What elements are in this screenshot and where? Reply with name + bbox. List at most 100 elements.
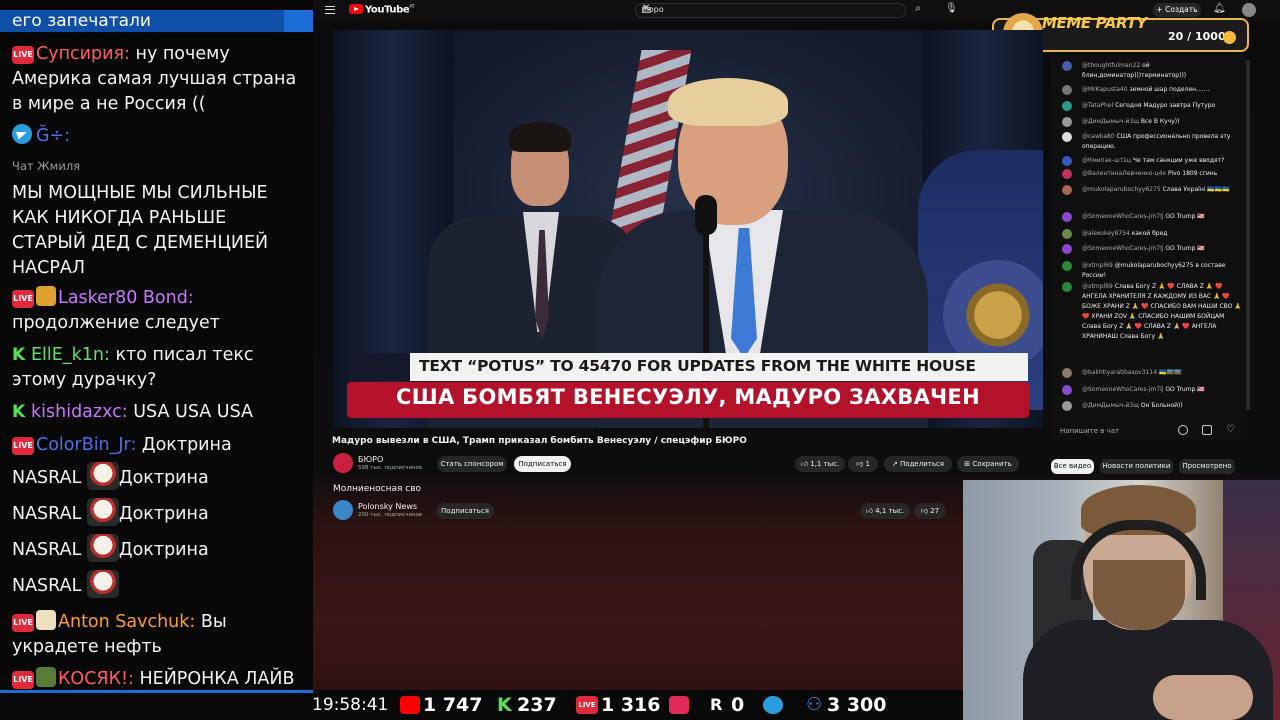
channel-avatar[interactable]	[333, 453, 353, 473]
chat-author[interactable]: @cawka80	[1082, 133, 1115, 140]
avatar[interactable]	[1062, 132, 1072, 142]
emote-icon	[86, 534, 119, 562]
chat-text: Слава Богу Z 🙏 ❤️ СЛАВА Z 🙏 ❤️ АНГЕЛА ХР…	[1082, 283, 1242, 340]
chat-text: GO Trump 🇺🇸	[1165, 386, 1205, 393]
video-player[interactable]: TEXT “POTUS” TO 45470 FOR UPDATES FROM T…	[333, 30, 1043, 428]
doctrine-text: Доктрина	[118, 540, 209, 560]
chat-text: Слава Україні 🇺🇦🇺🇦🇺🇦	[1162, 186, 1230, 193]
clear-search-icon[interactable]: ✕	[642, 3, 901, 14]
next-channel-name[interactable]: Polonsky News	[358, 502, 417, 511]
meme-party-title: MEME PARTY	[1042, 14, 1147, 32]
live-icon: LIVE	[12, 437, 34, 455]
chat-text: Он Больной))	[1140, 402, 1183, 409]
next-subscribe-button[interactable]: Подписаться	[436, 503, 494, 519]
chat-message-text: @ДимДымыч-й3щ Он Больной))	[1082, 401, 1244, 411]
clock: 19:58:41	[312, 695, 389, 715]
chat-author[interactable]: @TataPhel	[1082, 102, 1113, 109]
channel-avatar[interactable]	[333, 500, 353, 520]
heart-icon[interactable]: ♡	[1226, 425, 1236, 435]
telegram-icon	[12, 124, 32, 144]
chat-input[interactable]: Напишите в чат	[1060, 424, 1178, 438]
create-button[interactable]: + Создать	[1153, 3, 1201, 17]
kick-icon: K	[12, 345, 26, 365]
meme-party-count: 20 / 1000	[1168, 30, 1226, 43]
avatar[interactable]	[1062, 101, 1072, 111]
avatar[interactable]	[1242, 3, 1256, 17]
channel-name[interactable]: БЮРО	[358, 455, 383, 464]
next-dislike-button[interactable]: 👎︎ 27	[914, 503, 946, 519]
chat-author[interactable]: @mukolaparubochyy6275	[1082, 186, 1161, 193]
chat-author[interactable]: @thoughtfulman22	[1082, 62, 1140, 69]
share-label: Поделиться	[900, 460, 945, 468]
dislike-button[interactable]: 👎︎ 1	[848, 456, 878, 472]
save-button[interactable]: ⊞ Сохранить	[957, 456, 1019, 472]
avatar[interactable]	[1062, 282, 1072, 292]
nasral-text: NASRAL	[12, 504, 82, 524]
chat-author[interactable]: @xtmpl69	[1082, 262, 1113, 269]
chat-author[interactable]: @alexokey8754	[1082, 230, 1130, 237]
tab-politics-news[interactable]: Новости политики	[1100, 459, 1173, 474]
sponsor-button[interactable]: Стать спонсором	[437, 456, 507, 472]
next-like-button[interactable]: 👍︎ 4,1 тыс.	[860, 503, 910, 519]
chat-user: EllE_k1n:	[31, 345, 110, 365]
chat-author[interactable]: @ВалентинаЛевченко-ц4х	[1082, 170, 1166, 177]
chat-message-text: @ВалентинаЛевченко-ц4х Pivo 1809 сгинь	[1082, 169, 1244, 179]
emote-icon	[86, 570, 119, 598]
avatar[interactable]	[1062, 156, 1072, 166]
nasral-text: NASRAL	[12, 576, 82, 596]
chat-message-text: @Кмипак-шт1ц Че там санкции уже вводят?	[1082, 156, 1244, 166]
avatar[interactable]	[1062, 185, 1072, 195]
search-icon[interactable]: ⌕	[911, 3, 925, 17]
avatar[interactable]	[1062, 229, 1072, 239]
chat-message-text: @SomeoneWhoCares-jm7lj GO Trump 🇺🇸	[1082, 212, 1244, 222]
chat-author[interactable]: @ДимДымыч-й3щ	[1082, 118, 1139, 125]
chat-message: K EllE_k1n: кто писал текс этому дурачку?	[12, 343, 308, 393]
avatar[interactable]	[1062, 385, 1072, 395]
gift-icon[interactable]	[1202, 425, 1212, 435]
chat-scrollbar[interactable]	[1246, 60, 1250, 410]
chat-text: GO Trump 🇺🇸	[1165, 245, 1205, 252]
bell-icon[interactable]: 🔔︎	[1213, 3, 1226, 16]
chat-text: какой бред	[1131, 230, 1168, 237]
avatar[interactable]	[1062, 212, 1072, 222]
avatar[interactable]	[1062, 117, 1072, 127]
avatar[interactable]	[1062, 85, 1072, 95]
chat-author[interactable]: @SomeoneWhoCares-jm7lj	[1082, 386, 1163, 393]
chat-author[interactable]: @bakhtiyarabbasov3114	[1082, 369, 1157, 376]
subscribe-button[interactable]: Подписаться	[514, 456, 571, 472]
chat-message-text: @thoughtfulman22 ой блин,доминатор)))тер…	[1082, 61, 1244, 81]
white-house-logo	[348, 353, 410, 381]
avatar[interactable]	[1062, 169, 1072, 179]
next-video-title[interactable]: Молниеносная сво	[333, 484, 421, 494]
share-button[interactable]: ↗ Поделиться	[884, 456, 952, 472]
share-icon: ↗	[891, 460, 901, 468]
youtube-logo-text[interactable]: YouTubeAT	[365, 4, 415, 15]
chat-user: Lasker80 Bond:	[58, 288, 194, 308]
youtube-logo-icon[interactable]	[349, 4, 363, 14]
chat-author[interactable]: @SomeoneWhoCares-jm7lj	[1082, 245, 1163, 252]
avatar[interactable]	[1062, 368, 1072, 378]
like-button[interactable]: 👍︎ 1,1 тыс.	[795, 456, 845, 472]
chat-message-text: @TataPhel Сегодня Мадуро завтра Путуро	[1082, 101, 1244, 111]
avatar[interactable]	[1062, 61, 1072, 71]
chat-author[interactable]: @SomeoneWhoCares-jm7lj	[1082, 213, 1163, 220]
chat-author[interactable]: @ДимДымыч-й3щ	[1082, 402, 1139, 409]
search-input[interactable]: бюро ✕	[635, 3, 906, 18]
chat-author[interactable]: @MrKapusta40	[1082, 86, 1128, 93]
avatar[interactable]	[1062, 261, 1072, 271]
tab-watched[interactable]: Просмотрено	[1179, 459, 1235, 474]
kick-viewers: 237	[517, 694, 557, 716]
chat-author[interactable]: @Кмипак-шт1ц	[1082, 157, 1131, 164]
chat-message: LIVE Anton Savchuk: Вы украдете нефть	[12, 610, 308, 660]
microphone-icon[interactable]: 🎙	[945, 3, 958, 17]
menu-icon[interactable]	[325, 6, 335, 14]
chat-author[interactable]: @xtmpl69	[1082, 283, 1113, 290]
avatar[interactable]	[1062, 244, 1072, 254]
lower-third-text: TEXT “POTUS” TO 45470 FOR UPDATES FROM T…	[419, 357, 976, 375]
chat-message-text: @alexokey8754 какой бред	[1082, 229, 1244, 239]
tab-all-videos[interactable]: Все видео	[1051, 459, 1094, 474]
avatar[interactable]	[1062, 401, 1072, 411]
streamer-hands	[1153, 675, 1253, 720]
emoji-icon[interactable]	[1178, 425, 1188, 435]
nasral-text: NASRAL	[12, 468, 82, 488]
